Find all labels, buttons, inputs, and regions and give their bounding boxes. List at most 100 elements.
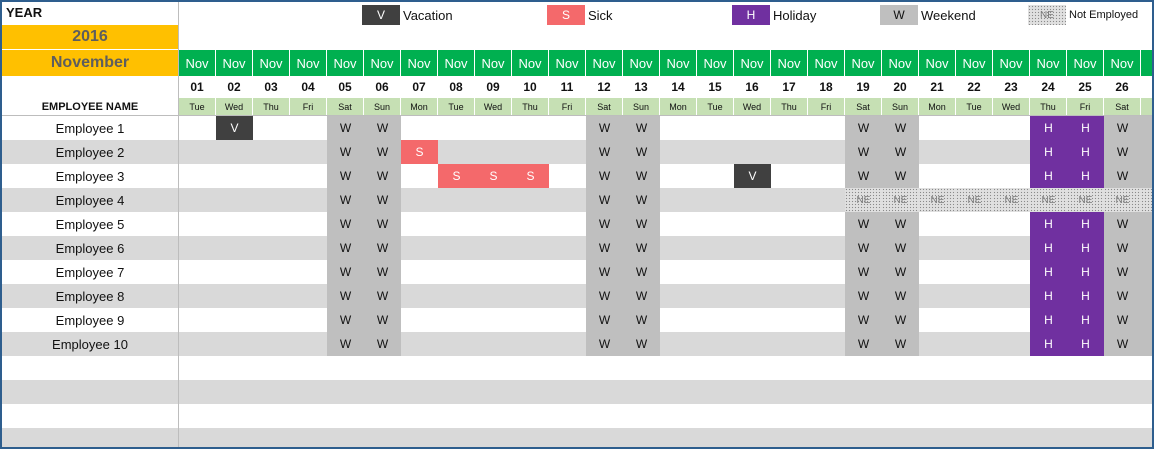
status-cell[interactable]: W	[327, 236, 364, 260]
status-cell[interactable]: W	[1141, 308, 1152, 332]
status-cell[interactable]: W	[845, 308, 882, 332]
status-cell[interactable]: W	[1141, 284, 1152, 308]
status-cell[interactable]: W	[586, 164, 623, 188]
status-cell[interactable]: W	[327, 260, 364, 284]
status-cell[interactable]: H	[1067, 236, 1104, 260]
status-cell[interactable]: W	[327, 188, 364, 212]
status-cell[interactable]: W	[586, 332, 623, 356]
status-cell[interactable]: W	[623, 308, 660, 332]
status-cell[interactable]: NE	[845, 188, 882, 212]
status-cell[interactable]: H	[1030, 212, 1067, 236]
status-cell[interactable]: W	[364, 164, 401, 188]
status-cell[interactable]: W	[882, 260, 919, 284]
status-cell[interactable]: H	[1067, 308, 1104, 332]
status-cell[interactable]: H	[1067, 284, 1104, 308]
status-cell[interactable]: W	[327, 140, 364, 164]
status-cell[interactable]: H	[1030, 140, 1067, 164]
status-cell[interactable]: W	[1141, 332, 1152, 356]
employee-name-cell[interactable]: Employee 6	[2, 236, 178, 260]
status-cell[interactable]: W	[586, 116, 623, 140]
status-cell[interactable]: W	[327, 332, 364, 356]
status-cell[interactable]: W	[364, 308, 401, 332]
status-cell[interactable]: W	[586, 140, 623, 164]
status-cell[interactable]: W	[845, 332, 882, 356]
month-value-cell[interactable]: November	[2, 50, 178, 77]
status-cell[interactable]: W	[1104, 116, 1141, 140]
status-cell[interactable]: W	[845, 284, 882, 308]
status-cell[interactable]: W	[364, 212, 401, 236]
status-cell[interactable]: H	[1030, 332, 1067, 356]
employee-name-cell[interactable]: Employee 4	[2, 188, 178, 212]
status-cell[interactable]: W	[623, 212, 660, 236]
status-cell[interactable]: NE	[993, 188, 1030, 212]
status-cell[interactable]: H	[1030, 236, 1067, 260]
status-cell[interactable]: W	[586, 236, 623, 260]
status-cell[interactable]: W	[845, 116, 882, 140]
employee-name-cell[interactable]: Employee 7	[2, 260, 178, 284]
status-cell[interactable]: W	[1104, 140, 1141, 164]
status-cell[interactable]: W	[882, 116, 919, 140]
status-cell[interactable]: W	[882, 308, 919, 332]
status-cell[interactable]: W	[845, 140, 882, 164]
status-cell[interactable]: H	[1030, 284, 1067, 308]
status-cell[interactable]: W	[1104, 164, 1141, 188]
status-cell[interactable]: W	[1104, 260, 1141, 284]
status-cell[interactable]: W	[882, 164, 919, 188]
status-cell[interactable]: NE	[956, 188, 993, 212]
status-cell[interactable]: W	[1141, 140, 1152, 164]
status-cell[interactable]: W	[845, 212, 882, 236]
status-cell[interactable]: W	[364, 260, 401, 284]
status-cell[interactable]: W	[364, 332, 401, 356]
status-cell[interactable]: W	[623, 188, 660, 212]
status-cell[interactable]: W	[364, 284, 401, 308]
employee-name-cell[interactable]: Employee 3	[2, 164, 178, 188]
status-cell[interactable]: W	[1104, 308, 1141, 332]
status-cell[interactable]: W	[623, 116, 660, 140]
status-cell[interactable]: W	[1104, 332, 1141, 356]
status-cell[interactable]: W	[882, 140, 919, 164]
status-cell[interactable]: W	[586, 260, 623, 284]
status-cell[interactable]: H	[1030, 116, 1067, 140]
status-cell[interactable]: W	[845, 260, 882, 284]
status-cell[interactable]: W	[327, 284, 364, 308]
status-cell[interactable]: W	[586, 188, 623, 212]
status-cell[interactable]: S	[438, 164, 475, 188]
status-cell[interactable]: H	[1067, 116, 1104, 140]
status-cell[interactable]: W	[327, 116, 364, 140]
status-cell[interactable]: W	[623, 284, 660, 308]
status-cell[interactable]: W	[623, 236, 660, 260]
status-cell[interactable]: W	[364, 236, 401, 260]
status-cell[interactable]: W	[1141, 164, 1152, 188]
status-cell[interactable]: NE	[1030, 188, 1067, 212]
status-cell[interactable]: NE	[882, 188, 919, 212]
status-cell[interactable]: W	[623, 260, 660, 284]
status-cell[interactable]: V	[734, 164, 771, 188]
status-cell[interactable]: W	[327, 212, 364, 236]
status-cell[interactable]: H	[1067, 260, 1104, 284]
status-cell[interactable]: W	[1141, 260, 1152, 284]
status-cell[interactable]: S	[512, 164, 549, 188]
status-cell[interactable]: V	[216, 116, 253, 140]
status-cell[interactable]: NE	[1141, 188, 1152, 212]
status-cell[interactable]: H	[1067, 140, 1104, 164]
status-cell[interactable]: H	[1030, 260, 1067, 284]
year-value-cell[interactable]: 2016	[2, 25, 178, 50]
status-cell[interactable]: NE	[919, 188, 956, 212]
status-cell[interactable]: H	[1067, 212, 1104, 236]
status-cell[interactable]: W	[1104, 212, 1141, 236]
employee-name-cell[interactable]: Employee 9	[2, 308, 178, 332]
status-cell[interactable]: W	[845, 164, 882, 188]
status-cell[interactable]: S	[475, 164, 512, 188]
employee-name-cell[interactable]: Employee 10	[2, 332, 178, 356]
status-cell[interactable]: W	[1104, 284, 1141, 308]
status-cell[interactable]: W	[882, 284, 919, 308]
status-cell[interactable]: W	[882, 236, 919, 260]
status-cell[interactable]: W	[882, 212, 919, 236]
status-cell[interactable]: W	[623, 164, 660, 188]
status-cell[interactable]: W	[1141, 116, 1152, 140]
status-cell[interactable]: NE	[1104, 188, 1141, 212]
status-cell[interactable]: W	[586, 284, 623, 308]
status-cell[interactable]: W	[327, 164, 364, 188]
status-cell[interactable]: W	[623, 332, 660, 356]
status-cell[interactable]: H	[1030, 164, 1067, 188]
